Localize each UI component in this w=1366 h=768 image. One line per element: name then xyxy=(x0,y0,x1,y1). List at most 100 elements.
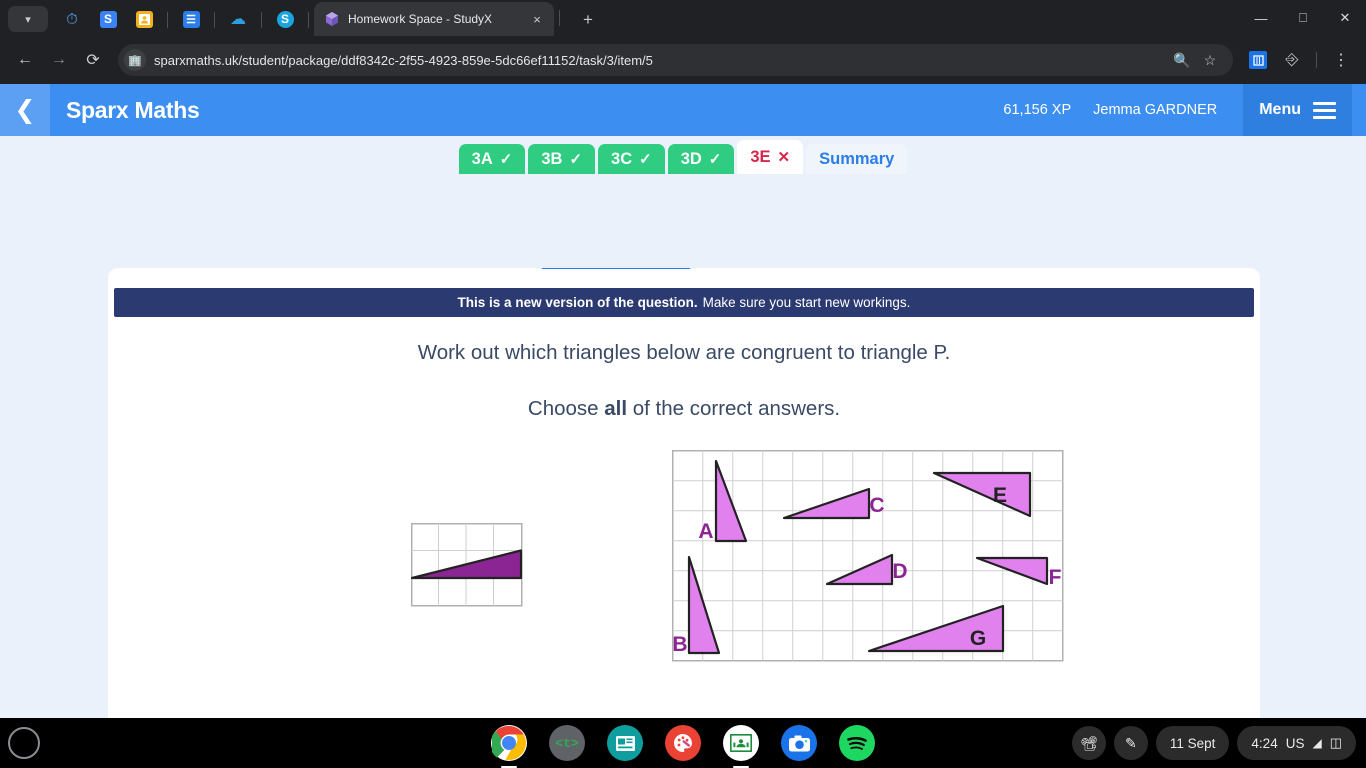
forward-icon[interactable]: → xyxy=(44,45,74,75)
news-app-icon[interactable] xyxy=(607,725,643,761)
chevron-down-icon[interactable]: ▾ xyxy=(8,6,48,32)
question-line-2-pre: Choose xyxy=(527,397,605,420)
shelf-date: 11 Sept xyxy=(1169,735,1216,751)
tab-divider xyxy=(261,12,262,28)
tab-label: Summary xyxy=(819,149,895,168)
zoom-icon[interactable]: 🔍 xyxy=(1169,52,1195,69)
header-right-group: 61,156 XP Jemma GARDNER Menu xyxy=(1003,84,1352,136)
active-browser-tab[interactable]: Homework Space - StudyX × xyxy=(314,2,554,36)
onedrive-pinned-tab[interactable]: ☁ xyxy=(223,4,253,34)
tab-divider xyxy=(214,12,215,28)
reference-grid xyxy=(411,523,523,607)
sparx-pinned-tab[interactable]: S xyxy=(93,4,123,34)
tab-title: Homework Space - StudyX xyxy=(348,12,493,26)
page-title: Sparx Maths xyxy=(66,96,200,123)
banner-text: Make sure you start new workings. xyxy=(702,295,911,310)
docs-pinned-tab[interactable]: ☰ xyxy=(176,4,206,34)
bookmark-star-icon[interactable]: ☆ xyxy=(1197,52,1223,69)
system-tray: 📽 ✎ 11 Sept 4:24 US ◢ ◫ xyxy=(1071,726,1356,760)
chevron-left-icon[interactable]: ❮ xyxy=(0,84,50,136)
wifi-icon: ◢ xyxy=(1312,736,1322,750)
question-line-2: Choose all of the correct answers. xyxy=(108,397,1260,421)
maximize-button[interactable]: ⎕ xyxy=(1282,10,1324,26)
tab-summary[interactable]: Summary xyxy=(806,144,908,174)
hamburger-icon xyxy=(1313,101,1336,119)
reload-icon[interactable]: ⟳ xyxy=(78,45,108,75)
tab-label: 3E xyxy=(750,147,771,166)
tab-3c[interactable]: 3C ✓ xyxy=(598,144,665,174)
back-icon[interactable]: ← xyxy=(10,45,40,75)
main-triangles-grid: A B C D E F G xyxy=(672,450,1064,662)
classroom-person-icon xyxy=(138,13,150,25)
triangle-c-label: C xyxy=(869,494,884,517)
tab-3b[interactable]: 3B ✓ xyxy=(528,144,596,174)
studyx-favicon-icon xyxy=(326,12,338,26)
paint-app-icon[interactable] xyxy=(665,725,701,761)
classroom-pinned-tab[interactable] xyxy=(129,4,159,34)
google-classroom-app-icon[interactable] xyxy=(723,725,759,768)
shelf-locale: US xyxy=(1285,735,1305,751)
extensions-icon[interactable]: ⎆ xyxy=(1277,45,1307,75)
triangle-b-label: B xyxy=(672,633,687,656)
check-icon: ✓ xyxy=(569,151,583,168)
office-building-icon: 🏢 xyxy=(124,49,146,71)
toolbar-divider xyxy=(1316,52,1317,68)
address-bar[interactable]: 🏢 sparxmaths.uk/student/package/ddf8342c… xyxy=(118,44,1233,76)
tab-3e[interactable]: 3E ✕ xyxy=(737,140,804,174)
close-icon[interactable]: × xyxy=(528,12,546,27)
camera-app-icon[interactable] xyxy=(781,725,817,761)
triangle-d-label: D xyxy=(892,560,907,583)
check-icon: ✓ xyxy=(499,151,513,168)
stylus-pen-icon[interactable]: ✎ xyxy=(1113,726,1148,760)
task-tabs: 3A ✓ 3B ✓ 3C ✓ 3D ✓ 3E ✕ Summary xyxy=(0,136,1366,174)
progress-indicator xyxy=(541,268,691,269)
banner-bold-text: This is a new version of the question. xyxy=(457,295,698,310)
tab-3a[interactable]: 3A ✓ xyxy=(458,144,526,174)
question-line-1: Work out which triangles below are congr… xyxy=(417,341,951,364)
xp-counter: 61,156 XP xyxy=(1003,102,1072,118)
shelf-app-list: <t> xyxy=(491,725,875,768)
browser-window: ▾ ⏱ S ☰ ☁ S Homework Space - StudyX × + … xyxy=(0,0,1366,718)
triangle-f-label: F xyxy=(1049,566,1062,589)
triangles-figure: P xyxy=(108,445,1260,695)
chrome-glyph-icon xyxy=(492,726,526,760)
new-tab-button[interactable]: + xyxy=(577,10,599,30)
status-pill[interactable]: 4:24 US ◢ ◫ xyxy=(1237,726,1356,760)
tab-3d[interactable]: 3D ✓ xyxy=(667,144,735,174)
menu-button[interactable]: Menu xyxy=(1243,84,1352,136)
user-name: Jemma GARDNER xyxy=(1093,102,1218,118)
spotify-glyph-icon xyxy=(847,736,867,750)
news-glyph-icon xyxy=(615,735,635,751)
omnibox-toolbar: ← → ⟳ 🏢 sparxmaths.uk/student/package/dd… xyxy=(0,36,1366,84)
tab-strip: ▾ ⏱ S ☰ ☁ S Homework Space - StudyX × + … xyxy=(0,0,1366,36)
battery-icon: ◫ xyxy=(1329,735,1342,750)
date-pill[interactable]: 11 Sept xyxy=(1155,726,1230,760)
window-controls: — ⎕ ✕ xyxy=(1240,0,1366,36)
triangle-g-label: G xyxy=(970,627,986,650)
chrome-app-icon[interactable] xyxy=(491,725,527,768)
reading-list-icon[interactable] xyxy=(1243,45,1273,75)
palette-glyph-icon xyxy=(674,734,692,752)
question-line-2-post: of the correct answers. xyxy=(627,397,841,420)
tab-label: 3A xyxy=(471,149,493,168)
stopwatch-pinned-tab[interactable]: ⏱ xyxy=(57,4,87,34)
system-shelf: <t> 📽 ✎ 11 Sept 4:24 US ◢ ◫ xyxy=(0,718,1366,768)
tab-divider xyxy=(559,10,560,26)
url-text: sparxmaths.uk/student/package/ddf8342c-2… xyxy=(154,52,653,68)
reading-list-glyph-icon xyxy=(1252,54,1264,66)
tab-divider xyxy=(308,12,309,28)
tab-label: 3C xyxy=(611,149,633,168)
sparx-reader-pinned-tab[interactable]: S xyxy=(270,4,300,34)
screen-capture-icon[interactable]: 📽 xyxy=(1071,726,1106,760)
classroom-glyph-icon xyxy=(730,734,752,752)
close-window-button[interactable]: ✕ xyxy=(1324,10,1366,26)
spotify-app-icon[interactable] xyxy=(839,725,875,761)
ttt-app-icon[interactable]: <t> xyxy=(549,725,585,761)
minimize-button[interactable]: — xyxy=(1240,11,1282,26)
question-line-2-bold: all xyxy=(604,397,628,420)
question-card: This is a new version of the question. M… xyxy=(108,268,1260,718)
tab-label: 3D xyxy=(680,149,702,168)
more-menu-icon[interactable]: ⋮ xyxy=(1326,45,1356,75)
launcher-circle-icon[interactable] xyxy=(8,727,40,759)
triangle-e-label: E xyxy=(993,484,1007,507)
